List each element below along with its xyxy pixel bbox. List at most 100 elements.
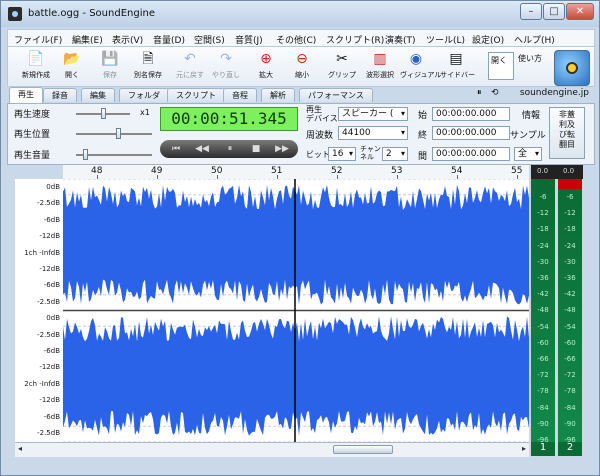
menu-volume[interactable]: 音量(D) — [153, 33, 185, 46]
freq-label: 周波数 — [306, 131, 334, 141]
meter-scale-label: -42 — [537, 290, 549, 298]
position-slider[interactable] — [115, 128, 121, 139]
db-label: -6dB — [43, 216, 60, 224]
save-button[interactable]: 💾 保存 — [94, 49, 126, 83]
menu-settings[interactable]: 設定(O) — [472, 33, 504, 46]
maximize-button[interactable]: □ — [543, 3, 565, 20]
grip-button[interactable]: ✂ グリップ — [326, 49, 358, 83]
fast-forward-icon[interactable]: ▶▶ — [274, 143, 290, 155]
end-field[interactable]: 00:00:00.000 — [432, 126, 510, 140]
speed-slider[interactable] — [101, 108, 106, 119]
new-button[interactable]: 📄 新規作成 — [20, 49, 52, 83]
meter-scale-label: -66 — [564, 355, 576, 363]
menu-play[interactable]: 演奏(T) — [385, 33, 416, 46]
stop-icon[interactable]: ■ — [248, 143, 264, 155]
redo-button[interactable]: ↷ やり直し — [210, 49, 242, 83]
menu-file[interactable]: ファイル(F) — [14, 33, 62, 46]
visual-button[interactable]: ◉ ヴィジュアル — [400, 49, 441, 83]
level-meter-1: -6 -12 -18 -24 -30 -36 -42 -48 -54 -60 -66 -72 -78 -8… — [531, 179, 555, 444]
device-select[interactable]: スピーカー ( — [338, 107, 408, 121]
meter-scale-label: -24 — [537, 242, 549, 250]
refresh-icon[interactable]: ⟲ — [491, 88, 499, 98]
scroll-left-icon[interactable]: ◂ — [18, 444, 22, 453]
minimize-button[interactable]: – — [520, 3, 542, 20]
scroll-right-icon[interactable]: ▸ — [522, 444, 526, 453]
start-label: 始 — [418, 111, 428, 121]
bits-label: ビット — [306, 150, 330, 159]
start-field[interactable]: 00:00:00.000 — [432, 107, 510, 121]
transport-bar: ⏮ ◀◀ ⏸ ■ ▶▶ — [160, 140, 298, 158]
zoom-out-button[interactable]: ⊖ 縮小 — [286, 49, 318, 83]
timeline-ruler[interactable]: 48 49 50 51 52 53 54 55 — [63, 165, 529, 180]
wave-select-button[interactable]: ▥ 波形選択 — [364, 49, 396, 83]
tab-folder[interactable]: フォルダ — [119, 88, 169, 102]
waveform-svg[interactable] — [63, 178, 529, 443]
meter-scale-label: -78 — [537, 387, 549, 395]
meter-scale-label: -60 — [537, 339, 549, 347]
db-label: 0dB — [46, 314, 60, 322]
between-field[interactable]: 00:00:00.000 — [432, 147, 510, 161]
menu-quality[interactable]: 音質(J) — [235, 33, 263, 46]
device-label: 再生 デバイス — [306, 105, 338, 123]
freq-select[interactable]: 44100 — [338, 126, 408, 140]
help-orb-icon[interactable] — [554, 50, 590, 86]
sidebar-button[interactable]: ▤ サイドバー — [440, 49, 475, 83]
zoom-in-button[interactable]: ⊕ 拡大 — [250, 49, 282, 83]
db-label: 1ch -InfdB — [24, 249, 60, 257]
meter-scale-label: -30 — [564, 258, 576, 266]
tab-performance[interactable]: パフォーマンス — [299, 88, 373, 102]
menu-tools[interactable]: ツール(L) — [426, 33, 465, 46]
meter-scale-label: -78 — [564, 387, 576, 395]
rewind-icon[interactable]: ◀◀ — [194, 143, 210, 155]
site-link[interactable]: soundengine.jp — [520, 88, 589, 98]
tab-analysis[interactable]: 解析 — [261, 88, 295, 102]
channel-select[interactable]: 2 — [382, 147, 408, 161]
db-label: -2.5dB — [37, 331, 60, 339]
side-button[interactable]: 非蓋 利及 び転 翻目 — [549, 107, 585, 159]
title-bar: battle.ogg - SoundEngine – □ ✕ — [1, 1, 599, 27]
tab-script[interactable]: スクリプト — [167, 88, 225, 102]
tab-record[interactable]: 録音 — [43, 88, 77, 102]
scissors-icon: ✂ — [336, 51, 348, 67]
open-recent-box[interactable]: 開く — [488, 52, 514, 80]
meter-scale-label: -84 — [537, 404, 549, 412]
db-label: -12dB — [39, 363, 60, 371]
unit-select[interactable]: 全 — [514, 147, 542, 161]
menu-edit[interactable]: 編集(E) — [72, 33, 103, 46]
scroll-thumb[interactable] — [333, 445, 393, 454]
meter-scale-label: -48 — [537, 306, 549, 314]
save-as-icon: 🗎 — [142, 51, 154, 67]
volume-slider[interactable] — [83, 149, 89, 160]
channel-label: チャン ネル — [360, 145, 381, 161]
db-label: -12dB — [39, 232, 60, 240]
tab-edit[interactable]: 編集 — [81, 88, 115, 102]
open-button[interactable]: 📂 開く — [56, 49, 88, 83]
db-scale: 0dB -2.5dB -6dB -12dB 1ch -InfdB -12dB -6dB -2.… — [15, 179, 63, 442]
toolbar: 📄 新規作成 📂 開く 💾 保存 🗎 別名保存 ↶ 元に戻す ↷ やり直し ⊕ 拡大 ⊖ 縮小 … — [7, 47, 595, 87]
tab-pitch[interactable]: 音程 — [223, 88, 257, 102]
meter-scale-label: -30 — [537, 258, 549, 266]
pause-icon[interactable]: ⏸ — [477, 88, 482, 98]
menu-help[interactable]: ヘルプ(H) — [514, 33, 555, 46]
close-button[interactable]: ✕ — [566, 3, 594, 20]
skip-start-icon[interactable]: ⏮ — [168, 143, 184, 155]
save-as-button[interactable]: 🗎 別名保存 — [132, 49, 164, 83]
pause-button-icon[interactable]: ⏸ — [222, 143, 238, 155]
horizontal-scrollbar[interactable]: ◂ ▸ — [15, 442, 529, 457]
waveform-area[interactable] — [63, 178, 529, 443]
menu-other[interactable]: その他(C) — [276, 33, 316, 46]
meter-scale-label: -18 — [537, 225, 549, 233]
undo-button[interactable]: ↶ 元に戻す — [174, 49, 206, 83]
meter-scale-label: -48 — [564, 306, 576, 314]
usage-label[interactable]: 使い方 — [518, 53, 542, 64]
tab-play[interactable]: 再生 — [9, 87, 43, 103]
meter-scale-label: -24 — [564, 242, 576, 250]
position-track — [76, 133, 152, 135]
wave-select-icon: ▥ — [373, 51, 387, 67]
menu-script[interactable]: スクリプト(R) — [326, 33, 384, 46]
bits-select[interactable]: 16 — [328, 147, 356, 161]
menu-view[interactable]: 表示(V) — [112, 33, 143, 46]
meter-peak-1: 0.0 — [537, 167, 549, 175]
volume-label: 再生音量 — [14, 151, 51, 161]
menu-space[interactable]: 空間(S) — [194, 33, 225, 46]
